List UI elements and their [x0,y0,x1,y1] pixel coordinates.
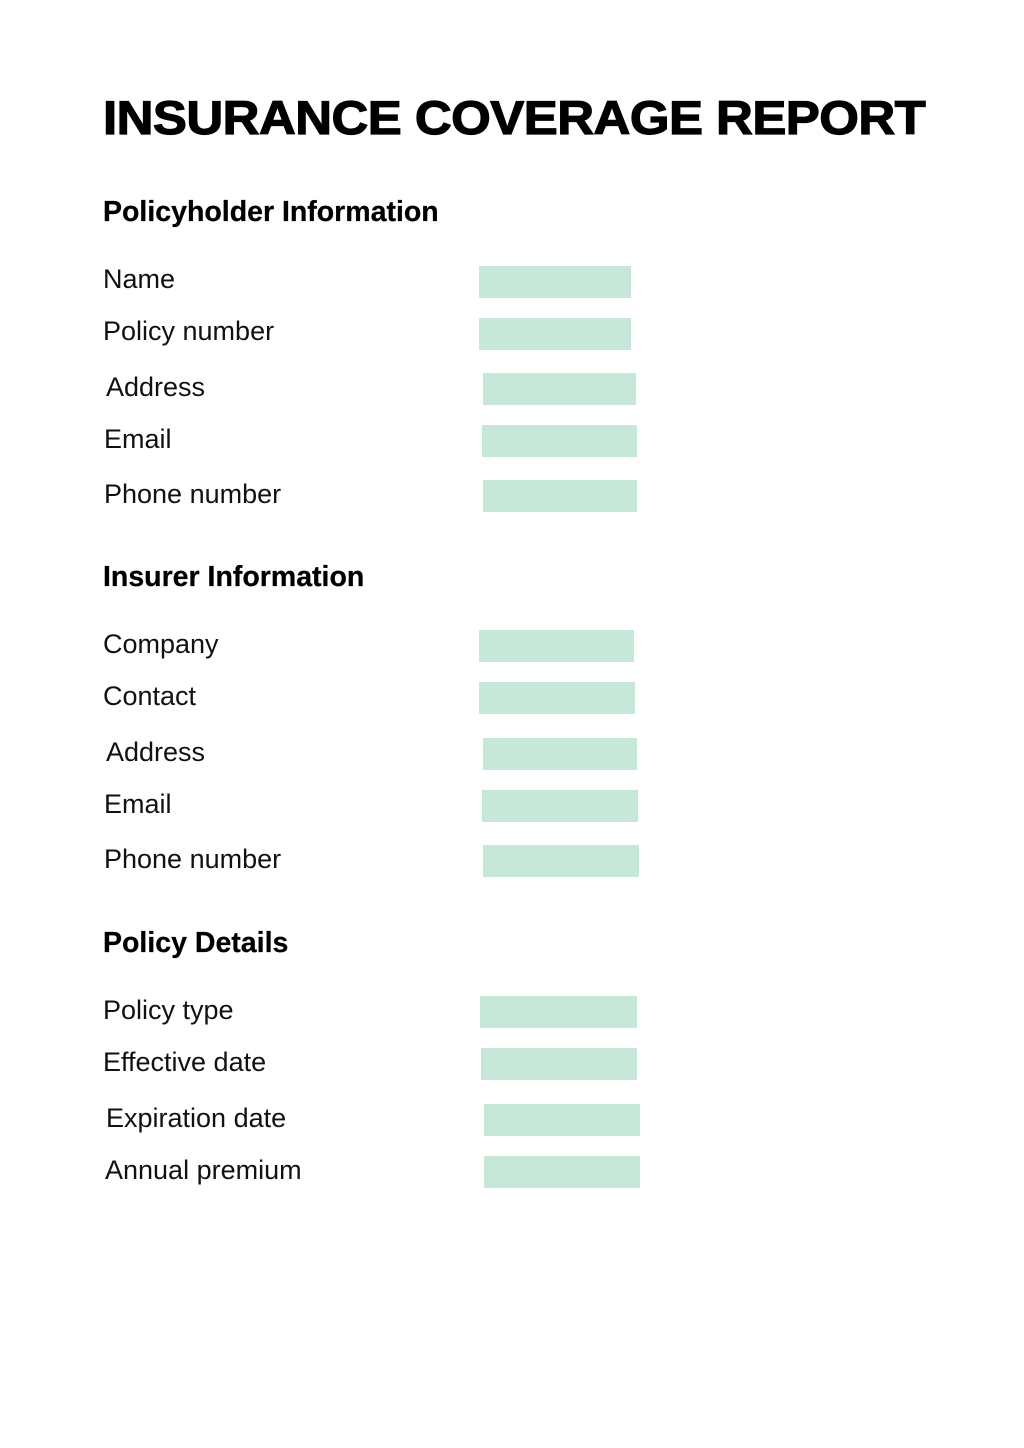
field-input-annual-premium[interactable] [484,1156,640,1188]
field-row: Company [0,626,1024,666]
field-label-annual-premium: Annual premium [105,1155,302,1185]
field-label-policy-type: Policy type [103,995,234,1025]
field-input-insurer-address[interactable] [483,738,637,770]
field-label-insurer-phone-number: Phone number [104,844,282,874]
field-input-insurer-email[interactable] [482,790,638,822]
field-row: Name [0,261,1024,301]
page-title: INSURANCE COVERAGE REPORT [102,90,926,144]
field-input-contact[interactable] [479,682,635,714]
field-label-contact: Contact [103,681,197,711]
field-input-expiration-date[interactable] [484,1104,640,1136]
field-input-name[interactable] [479,266,631,298]
field-row: Policy type [0,992,1024,1032]
field-input-effective-date[interactable] [481,1048,637,1080]
field-input-policy-number[interactable] [479,318,631,350]
field-label-expiration-date: Expiration date [106,1103,287,1133]
field-label-company: Company [103,629,219,659]
field-row: Email [0,786,1024,826]
field-label-policy-number: Policy number [103,316,275,346]
field-row: Policy number [0,313,1024,353]
field-label-insurer-email: Email [104,789,172,819]
field-row: Expiration date [0,1100,1024,1140]
field-label-insurer-address: Address [106,737,206,767]
field-input-company[interactable] [479,630,634,662]
field-row: Annual premium [0,1152,1024,1192]
document-page: INSURANCE COVERAGE REPORT Policyholder I… [0,0,1024,1448]
section-heading-policy-details: Policy Details [103,927,289,959]
field-row: Address [0,734,1024,774]
field-label-effective-date: Effective date [103,1047,267,1077]
field-input-address[interactable] [483,373,636,405]
field-label-address: Address [106,372,206,402]
field-label-name: Name [103,264,176,294]
field-label-email: Email [104,424,172,454]
field-row: Effective date [0,1044,1024,1084]
section-heading-insurer: Insurer Information [103,561,365,593]
field-row: Contact [0,678,1024,718]
field-row: Phone number [0,841,1024,881]
field-row: Email [0,421,1024,461]
field-input-email[interactable] [482,425,637,457]
field-input-phone-number[interactable] [483,480,637,512]
field-input-insurer-phone-number[interactable] [483,845,639,877]
section-heading-policyholder: Policyholder Information [103,196,439,228]
field-input-policy-type[interactable] [480,996,637,1028]
field-label-phone-number: Phone number [104,479,282,509]
field-row: Phone number [0,476,1024,516]
field-row: Address [0,369,1024,409]
